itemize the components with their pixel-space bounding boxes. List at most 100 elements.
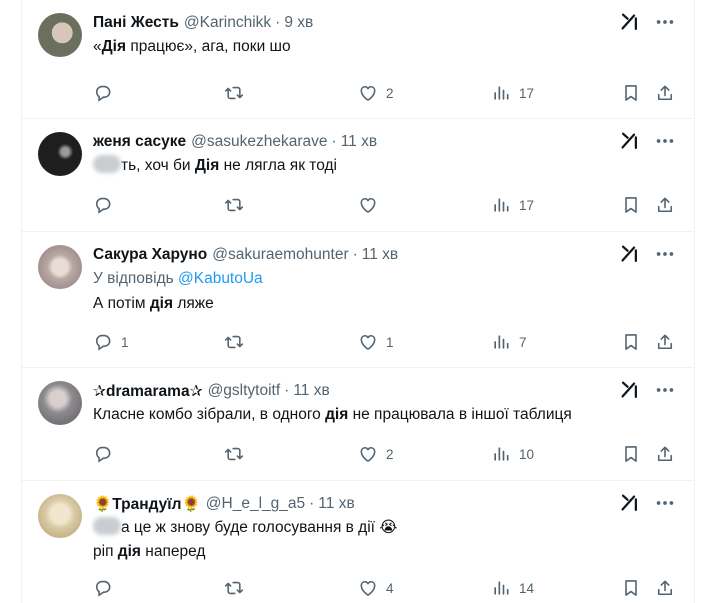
like-button[interactable] [358,192,386,218]
bookmark-button[interactable] [621,575,641,601]
author-name[interactable]: 🌻Трандуїл🌻 [93,495,201,514]
retweet-button[interactable] [224,80,252,106]
author-name[interactable]: Пані Жесть [93,14,179,32]
tweet-text: А потім дія ляже [93,295,214,312]
author-name[interactable]: ✰dramarama✰ [93,382,203,401]
author-handle[interactable]: @Karinchikk [184,14,271,32]
reply-context: У відповідь @KabutoUa [93,270,263,287]
reply-handle-link[interactable]: @KabutoUa [178,270,263,287]
retweet-button[interactable] [224,441,252,467]
share-icon [655,578,675,598]
separator-dot: · [331,133,337,150]
tweet-text: ть, хоч би Дія не лягла як тоді [93,154,678,178]
like-button[interactable]: 2 [358,441,394,467]
author-handle[interactable]: @H_e_l_g_a5 [206,495,305,513]
reply-icon [93,444,113,464]
more-icon[interactable] [654,379,676,401]
retweet-icon [224,195,244,215]
tweet[interactable]: 🌻Трандуїл🌻 @H_e_l_g_a5 · 11 хв а це ж зн… [22,481,694,603]
like-icon [358,332,378,352]
author-handle[interactable]: @sasukezhekarave [191,133,327,151]
tweet[interactable]: женя сасуке @sasukezhekarave · 11 хв ть,… [22,119,694,232]
tweet[interactable]: ✰dramarama✰ @gsltytoitf · 11 хв Класне к… [22,368,694,481]
reply-button[interactable] [93,575,121,601]
views-button[interactable]: 17 [491,80,534,106]
retweet-button[interactable] [224,192,252,218]
reply-button[interactable] [93,441,121,467]
like-button[interactable]: 1 [358,329,394,355]
share-icon [655,83,675,103]
timestamp[interactable]: 11 хв [341,133,377,151]
retweet-icon [224,83,244,103]
tweet-actions: 1 1 7 [93,329,678,355]
more-icon[interactable] [654,492,676,514]
tweet-actions: 4 14 [93,575,678,601]
tweet-header: ✰dramarama✰ @gsltytoitf · 11 хв [93,380,678,402]
avatar[interactable] [38,494,82,538]
views-button[interactable]: 14 [491,575,534,601]
reply-icon [93,83,113,103]
reply-icon [93,332,113,352]
reply-button[interactable] [93,80,121,106]
share-button[interactable] [655,441,675,467]
like-icon [358,578,378,598]
views-button[interactable]: 10 [491,441,534,467]
views-button[interactable]: 17 [491,192,534,218]
like-button[interactable]: 4 [358,575,394,601]
timestamp[interactable]: 11 хв [293,382,329,400]
retweet-icon [224,444,244,464]
views-icon [491,578,511,598]
tweet[interactable]: Пані Жесть @Karinchikk · 9 хв «Дія працю… [22,0,694,119]
author-handle[interactable]: @gsltytoitf [208,382,281,400]
timestamp[interactable]: 9 хв [284,14,313,32]
views-icon [491,332,511,352]
share-button[interactable] [655,80,675,106]
retweet-button[interactable] [224,575,252,601]
retweet-icon [224,578,244,598]
views-button[interactable]: 7 [491,329,527,355]
grok-icon[interactable] [618,379,640,401]
reply-button[interactable] [93,192,121,218]
separator-dot: · [284,382,290,399]
views-icon [491,195,511,215]
tweet-text: а це ж знову буде голосування в дії 😭 ріп… [93,517,398,560]
grok-icon[interactable] [618,243,640,265]
bookmark-button[interactable] [621,329,641,355]
separator-dot: · [352,246,358,263]
bookmark-icon [621,195,641,215]
avatar[interactable] [38,381,82,425]
share-button[interactable] [655,575,675,601]
author-name[interactable]: женя сасуке [93,133,186,151]
tweet-header: 🌻Трандуїл🌻 @H_e_l_g_a5 · 11 хв [93,493,678,515]
bookmark-button[interactable] [621,441,641,467]
redacted-blur [93,155,121,173]
redacted-blur [93,517,121,535]
like-icon [358,195,378,215]
bookmark-button[interactable] [621,192,641,218]
retweet-button[interactable] [224,329,252,355]
avatar[interactable] [38,245,82,289]
like-button[interactable]: 2 [358,80,394,106]
more-icon[interactable] [654,11,676,33]
tweet-actions: 17 [93,192,678,218]
more-icon[interactable] [654,243,676,265]
avatar[interactable] [38,13,82,57]
share-button[interactable] [655,329,675,355]
author-handle[interactable]: @sakuraemohunter [212,246,348,264]
retweet-icon [224,332,244,352]
author-name[interactable]: Сакура Харуно [93,246,207,264]
bookmark-icon [621,578,641,598]
bookmark-button[interactable] [621,80,641,106]
reply-icon [93,195,113,215]
grok-icon[interactable] [618,130,640,152]
bookmark-icon [621,332,641,352]
timestamp[interactable]: 11 хв [362,246,398,264]
share-button[interactable] [655,192,675,218]
tweet[interactable]: Сакура Харуно @sakuraemohunter · 11 хв У… [22,232,694,368]
timestamp[interactable]: 11 хв [318,495,354,513]
avatar[interactable] [38,132,82,176]
more-icon[interactable] [654,130,676,152]
grok-icon[interactable] [618,492,640,514]
reply-button[interactable]: 1 [93,329,129,355]
grok-icon[interactable] [618,11,640,33]
